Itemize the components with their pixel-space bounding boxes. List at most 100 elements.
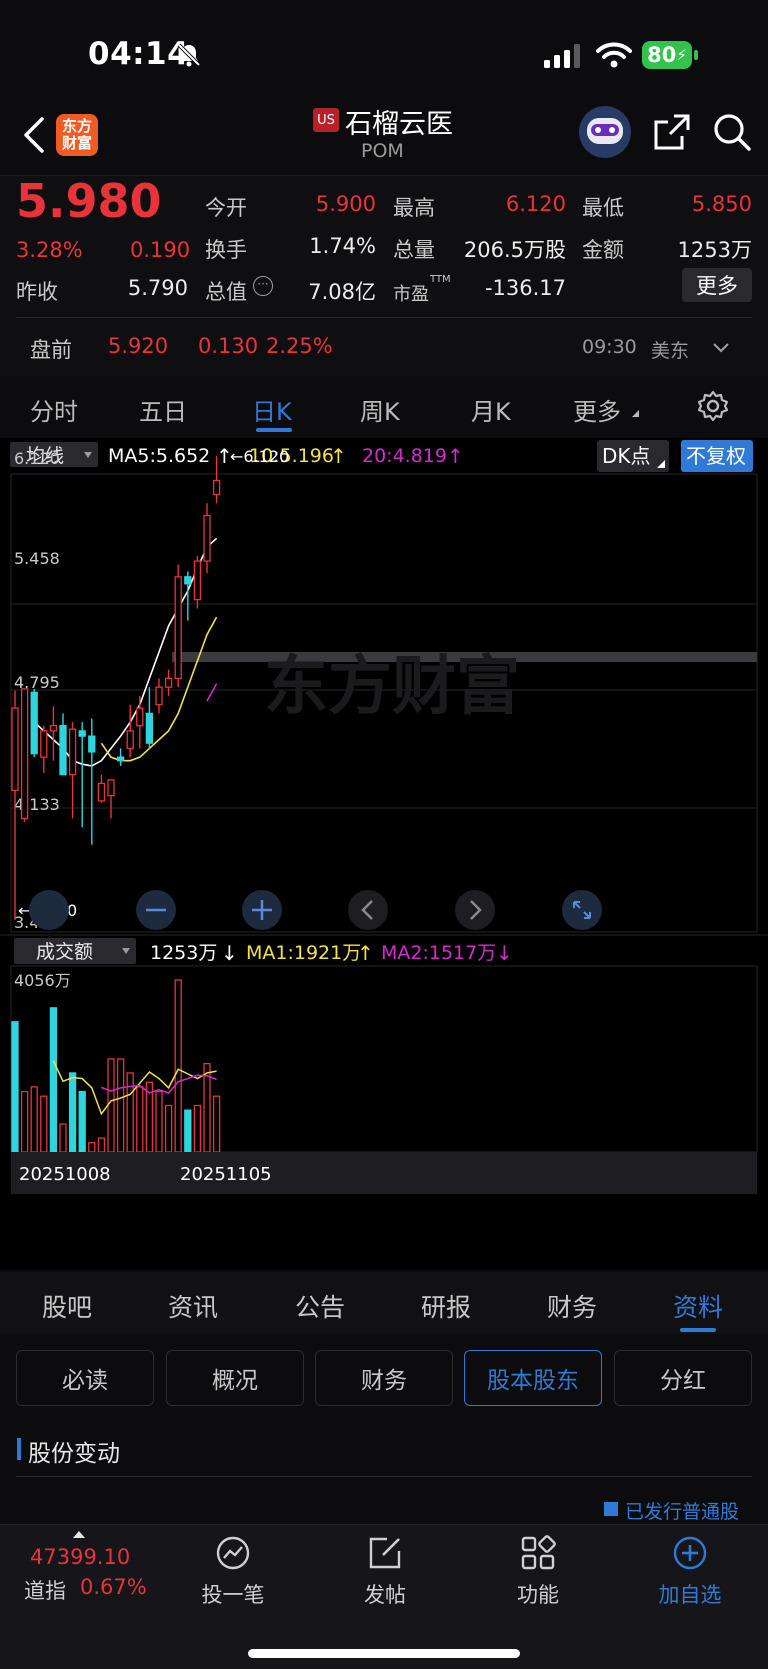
tab-announcements[interactable]: 公告: [295, 1288, 345, 1324]
dk-point-label[interactable]: DK点: [602, 444, 651, 468]
vol-selector-label[interactable]: 成交额: [36, 941, 93, 963]
profile-sub-tabs: 必读 概况 财务 股本股东 分红 股份变动 已发行普通股: [0, 1334, 768, 1524]
tab-more[interactable]: 更多: [573, 392, 621, 427]
tab-monthly-k[interactable]: 月K: [471, 392, 511, 427]
volume-bar: [164, 1104, 173, 1153]
pe-label: 市盈: [393, 284, 429, 305]
kline-svg[interactable]: 均线 MA5:5.652 ↑ 10:5.196 ↑ 20:4.819 ↑ DK点…: [0, 438, 768, 1270]
nav-invest[interactable]: 投一笔: [173, 1535, 293, 1609]
stock-name: 石榴云医: [345, 109, 453, 140]
robot-avatar[interactable]: [579, 106, 631, 158]
pe-ttm-sup: TTM: [430, 274, 451, 285]
subtab-must-read[interactable]: 必读: [16, 1350, 154, 1406]
volume-bar: [68, 1072, 77, 1153]
adjust-label[interactable]: 不复权: [686, 444, 746, 468]
open-label: 今开: [205, 196, 247, 220]
tab-guba[interactable]: 股吧: [42, 1288, 92, 1324]
volume-ma-lines: [52, 1060, 217, 1116]
x-label-end: 20251105: [180, 1164, 272, 1185]
add-circle-icon: [673, 1536, 707, 1570]
nav-post-label: 发帖: [364, 1583, 406, 1607]
search-icon[interactable]: [712, 112, 752, 152]
change-pct: 3.28%: [16, 238, 83, 262]
volume-bar: [212, 1095, 221, 1153]
premarket-pct: 2.25%: [266, 334, 333, 358]
share-icon[interactable]: [652, 112, 692, 152]
pe-value: -136.17: [484, 276, 566, 300]
subtab-dividends[interactable]: 分红: [614, 1350, 752, 1406]
app-logo[interactable]: 东方财富: [56, 114, 98, 156]
volume-bar: [126, 1072, 134, 1153]
tab-weekly-k[interactable]: 周K: [360, 392, 400, 427]
more-corner-icon: [632, 410, 639, 417]
fullscreen-button[interactable]: [562, 890, 602, 930]
index-value[interactable]: 47399.10: [30, 1545, 130, 1569]
nav-functions[interactable]: 功能: [478, 1535, 598, 1609]
index-name[interactable]: 道指: [24, 1575, 66, 1605]
candle-body: [11, 707, 19, 792]
candle-body: [212, 479, 221, 496]
candle-body: [88, 735, 96, 753]
ma20-up-arrow-icon: ↑: [447, 444, 464, 468]
mktcap-label: 总值: [205, 280, 247, 304]
mktcap-info-icon[interactable]: ···: [253, 276, 273, 296]
low-label: 最低: [582, 196, 624, 220]
more-quote-button[interactable]: 更多: [682, 268, 752, 302]
candle-body: [145, 712, 154, 744]
candle-body: [78, 730, 86, 737]
back-arrow-icon[interactable]: [22, 116, 46, 154]
silent-bell-icon: [177, 43, 201, 67]
index-pct[interactable]: 0.67%: [80, 1575, 147, 1599]
nav-add-watchlist[interactable]: 加自选: [630, 1535, 750, 1609]
premarket-time: 09:30: [582, 336, 637, 358]
tab-profile[interactable]: 资料: [673, 1288, 723, 1324]
subtab-shareholders[interactable]: 股本股东: [464, 1350, 602, 1406]
volume-bar: [97, 1137, 106, 1153]
vol-ma1-up-arrow-icon: ↑: [357, 941, 374, 965]
candle-body: [59, 724, 67, 776]
volume-ma1-line: [52, 1060, 217, 1116]
candle-body: [40, 730, 48, 758]
tab-research[interactable]: 研报: [421, 1288, 471, 1324]
subtab-finance[interactable]: 财务: [315, 1350, 453, 1406]
settings-gear-icon[interactable]: [697, 390, 729, 422]
ma5-value: MA5:5.652: [108, 445, 210, 467]
candle-body: [97, 782, 106, 802]
invest-icon: [216, 1536, 250, 1570]
amount-label: 金额: [582, 238, 624, 262]
tab-intraday[interactable]: 分时: [30, 392, 78, 427]
candle-body: [193, 560, 202, 601]
high-marker: ←6.120: [230, 447, 289, 466]
pan-left-button[interactable]: [348, 890, 388, 930]
premarket-label: 盘前: [30, 338, 72, 362]
crosshair-button[interactable]: [29, 890, 69, 930]
pan-right-button[interactable]: [455, 890, 495, 930]
quote-panel: 5.980 3.28% 0.190 昨收 5.790 今开 5.900 最高 6…: [0, 174, 768, 376]
volume-max-label: 4056万: [14, 971, 71, 990]
high-value: 6.120: [505, 192, 566, 216]
low-value: 5.850: [691, 192, 752, 216]
chart-controls: [29, 890, 602, 930]
legend-issued-shares: 已发行普通股: [625, 1501, 740, 1523]
subtab-overview[interactable]: 概况: [166, 1350, 304, 1406]
chevron-down-icon[interactable]: [712, 342, 730, 354]
volume-bar: [116, 1058, 125, 1153]
volume-bar: [155, 1090, 163, 1153]
tab-news[interactable]: 资讯: [168, 1288, 218, 1324]
vol-ma2-down-arrow-icon: ↓: [496, 941, 513, 965]
wifi-icon: [596, 42, 632, 68]
grid-icon: [521, 1535, 556, 1570]
tab-five-day[interactable]: 五日: [139, 392, 187, 427]
bottom-nav: 47399.10 道指 0.67% 投一笔 发帖 功能 加自选: [0, 1524, 768, 1669]
volume-bar: [30, 1086, 38, 1153]
tab-finance[interactable]: 财务: [547, 1288, 597, 1324]
y-tick-label: 5.458: [14, 549, 60, 568]
candle-body: [107, 779, 115, 797]
tab-daily-k[interactable]: 日K: [252, 392, 292, 427]
candle-body: [126, 730, 134, 750]
volume-label: 总量: [393, 238, 435, 262]
ma-indicator-bar: 均线 MA5:5.652 ↑ 10:5.196 ↑ 20:4.819 ↑ DK点…: [10, 440, 753, 472]
index-expand-icon[interactable]: [73, 1531, 85, 1538]
status-time: 04:14: [88, 36, 190, 72]
nav-post[interactable]: 发帖: [325, 1535, 445, 1609]
